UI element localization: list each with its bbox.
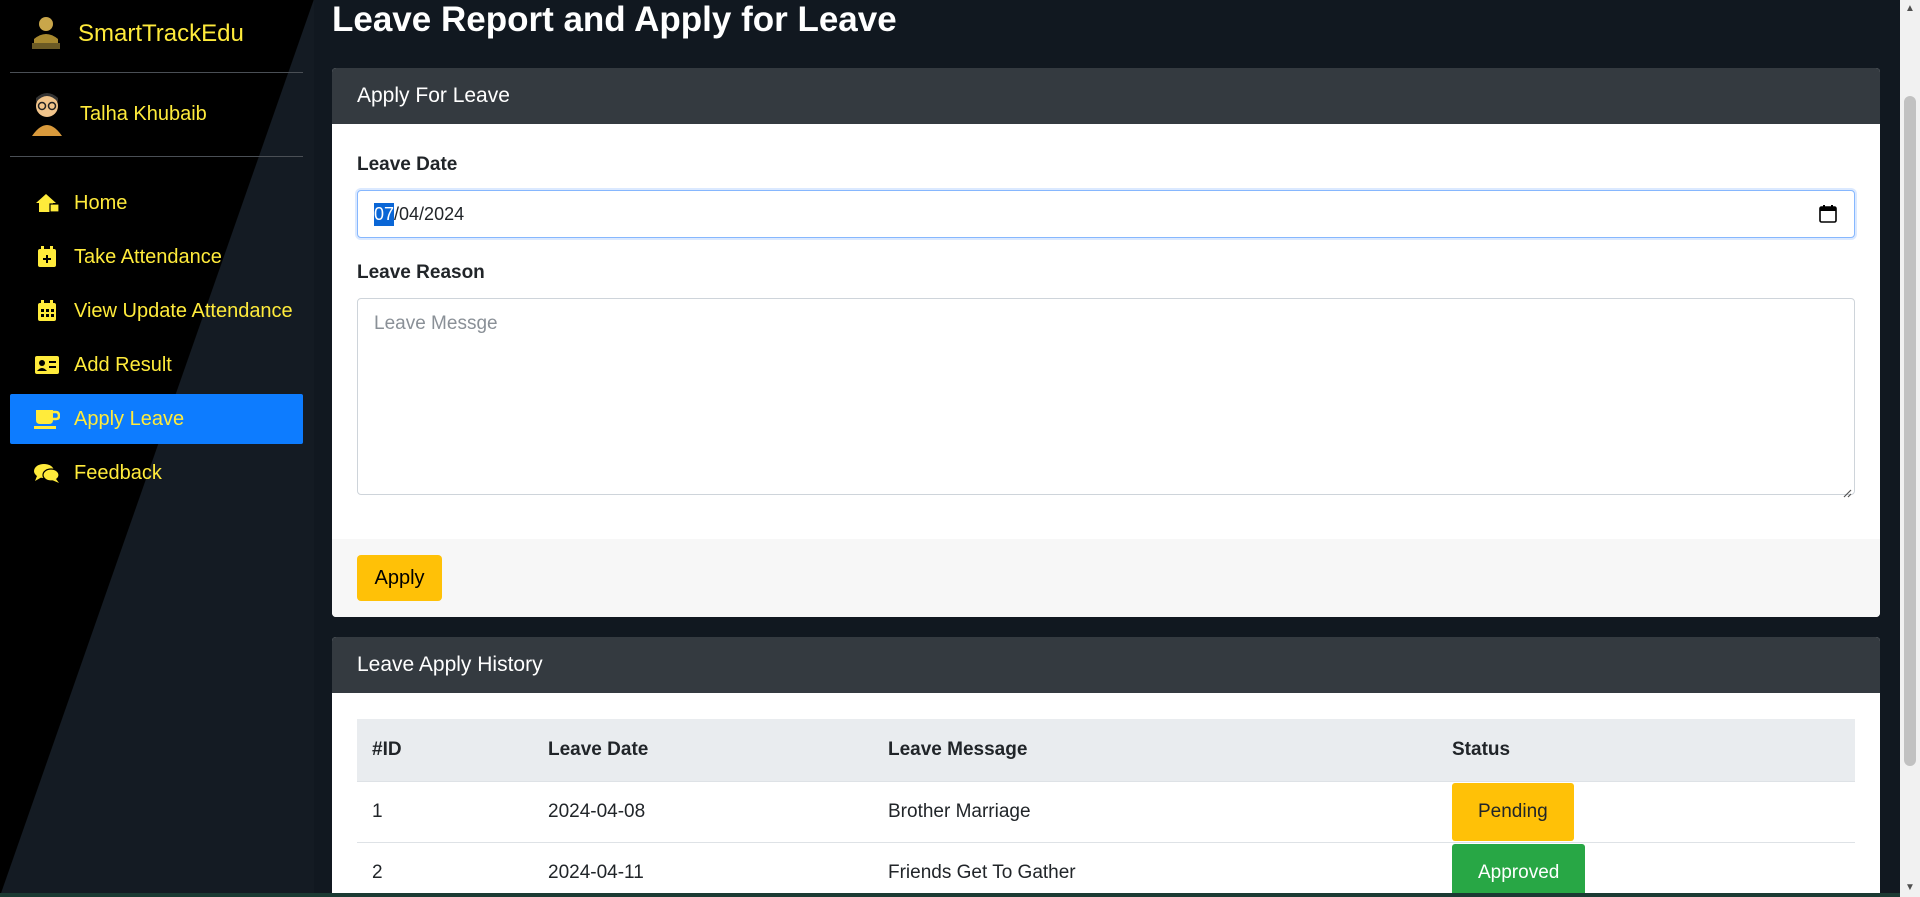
card-footer: Apply: [332, 539, 1880, 617]
scroll-up-icon[interactable]: ▲: [1905, 4, 1915, 14]
brand-name: SmartTrackEdu: [78, 20, 244, 47]
card-header: Apply For Leave: [332, 68, 1880, 124]
cell-date: 2024-04-11: [533, 842, 873, 897]
coffee-icon: [34, 407, 60, 431]
user-profile[interactable]: Talha Khubaib: [28, 92, 207, 136]
scrollbar[interactable]: ▲ ▼: [1900, 0, 1920, 897]
leave-reason-textarea[interactable]: Leave Messge: [357, 298, 1855, 498]
bottom-bar: [0, 893, 1900, 897]
avatar: [28, 92, 66, 136]
sidebar-item-home[interactable]: Home: [10, 178, 303, 228]
scroll-down-icon[interactable]: ▼: [1905, 883, 1915, 893]
calendar-picker-icon[interactable]: [1818, 204, 1838, 224]
brand[interactable]: SmartTrackEdu: [28, 14, 244, 54]
textarea-placeholder: Leave Messge: [374, 313, 498, 334]
apply-button[interactable]: Apply: [357, 555, 442, 601]
sidebar-item-label: View Update Attendance: [74, 299, 293, 322]
sidebar-item-apply-leave[interactable]: Apply Leave: [10, 394, 303, 444]
column-header-id: #ID: [357, 719, 533, 782]
table-row: 2 2024-04-11 Friends Get To Gather Appro…: [357, 842, 1855, 897]
scrollbar-thumb[interactable]: [1904, 96, 1916, 766]
date-rest-segment[interactable]: /04/2024: [394, 204, 464, 225]
status-badge[interactable]: Approved: [1452, 843, 1586, 897]
id-card-icon: [34, 353, 60, 377]
sidebar: SmartTrackEdu Talha Khubaib Home Take At…: [0, 0, 314, 897]
status-badge[interactable]: Pending: [1452, 782, 1574, 841]
cell-status: Approved: [1437, 842, 1855, 897]
table-row: 1 2024-04-08 Brother Marriage Pending: [357, 781, 1855, 843]
cell-date: 2024-04-08: [533, 781, 873, 843]
column-header-status: Status: [1437, 719, 1855, 782]
leave-history-table: #ID Leave Date Leave Message Status 1 20…: [357, 719, 1855, 897]
sidebar-item-label: Feedback: [74, 461, 162, 484]
calendar-plus-icon: [34, 245, 60, 269]
sidebar-item-add-result[interactable]: Add Result: [10, 340, 303, 390]
home-icon: [34, 191, 60, 215]
sidebar-item-take-attendance[interactable]: Take Attendance: [10, 232, 303, 282]
comments-icon: [34, 461, 60, 485]
cell-status: Pending: [1437, 781, 1855, 843]
calendar-icon: [34, 299, 60, 323]
brand-logo-icon: [28, 14, 64, 54]
sidebar-item-label: Apply Leave: [74, 407, 185, 430]
divider: [10, 156, 303, 157]
column-header-leave-message: Leave Message: [873, 719, 1437, 782]
date-day-segment[interactable]: 07: [374, 202, 395, 226]
sidebar-nav: Home Take Attendance View Update Attenda…: [10, 178, 303, 502]
page-title: Leave Report and Apply for Leave: [332, 0, 897, 39]
cell-id: 2: [357, 842, 533, 897]
column-header-leave-date: Leave Date: [533, 719, 873, 782]
leave-date-input[interactable]: 07 /04/2024: [357, 190, 1855, 238]
divider: [10, 72, 303, 73]
sidebar-item-label: Add Result: [74, 353, 172, 376]
table-header-row: #ID Leave Date Leave Message Status: [357, 719, 1855, 782]
sidebar-item-feedback[interactable]: Feedback: [10, 448, 303, 498]
leave-date-label: Leave Date: [357, 154, 458, 175]
cell-message: Friends Get To Gather: [873, 842, 1437, 897]
sidebar-item-view-update-attendance[interactable]: View Update Attendance: [10, 286, 303, 336]
card-header: Leave Apply History: [332, 637, 1880, 693]
leave-reason-label: Leave Reason: [357, 262, 485, 283]
sidebar-item-label: Take Attendance: [74, 245, 222, 268]
leave-history-card: Leave Apply History #ID Leave Date Leave…: [332, 637, 1880, 897]
cell-id: 1: [357, 781, 533, 843]
user-name: Talha Khubaib: [80, 102, 207, 125]
main-content: Leave Report and Apply for Leave Apply F…: [314, 0, 1900, 897]
apply-leave-card: Apply For Leave Leave Date 07 /04/2024 L…: [332, 68, 1880, 617]
resize-grip-icon[interactable]: [1842, 482, 1852, 498]
cell-message: Brother Marriage: [873, 781, 1437, 843]
sidebar-item-label: Home: [74, 191, 128, 214]
